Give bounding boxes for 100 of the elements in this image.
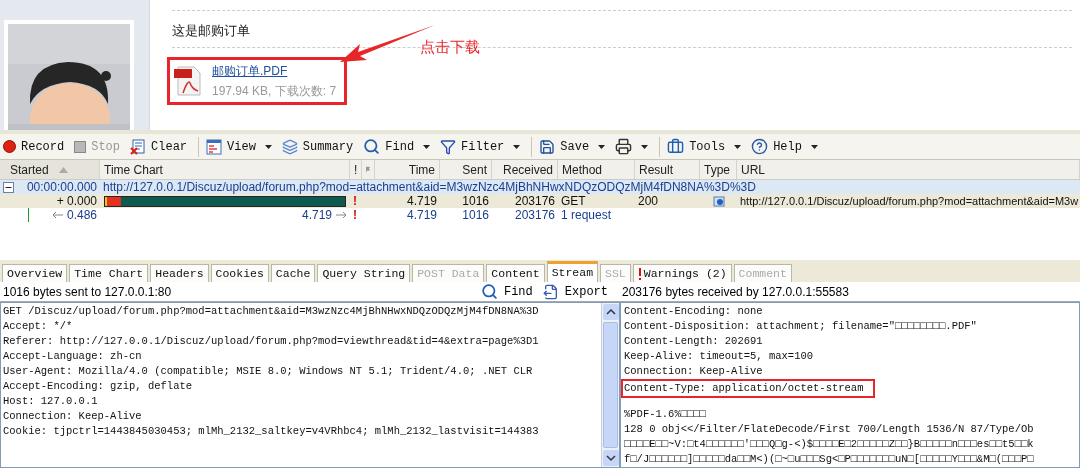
code-line: 128 0 obj<</Filter/FlateDecode/First 700/Length 1536/N 87/Type/Ob [624, 422, 1035, 437]
toolbar-button[interactable]: Find [360, 135, 434, 158]
caret-icon [810, 144, 818, 149]
code-line: GET /Discuz/upload/forum.php?mod=attachment&aid=M3wzNzc4MjBhNHwxNDQzODQzMjM4fDN8NA%3D [3, 304, 540, 319]
column-header[interactable]: Result [635, 160, 700, 179]
export-icon [542, 283, 559, 300]
tab[interactable]: Warnings (2) [632, 264, 732, 282]
code-line: Content-Encoding: none [624, 304, 764, 319]
toolbar-button[interactable]: View [203, 135, 275, 158]
layers-icon [281, 138, 298, 155]
column-header[interactable]: Received [492, 160, 558, 179]
tab[interactable]: Query String [317, 264, 411, 282]
column-header[interactable]: ! [350, 160, 362, 179]
end-offset: 4.719 [301, 208, 332, 222]
tab[interactable]: Time Chart [69, 264, 149, 282]
toolbar-button[interactable]: Save [536, 135, 609, 158]
code-line: f□/J□□□□□□]□□□□□da□□M<)(□~□u□□□Sg<□P□□□□□□□uN□[□□□□□Y□□□&M□(□□□P□ [624, 452, 1035, 467]
toolbar-button[interactable]: Tools [664, 135, 745, 158]
collapse-icon[interactable] [3, 181, 14, 193]
code-line: Accept-Encoding: gzip, deflate [3, 379, 194, 394]
code-line: Keep-Alive: timeout=5, max=100 [624, 349, 815, 364]
code-line: Accept-Language: zh-cn [3, 349, 143, 364]
table-cell-text: 200 [637, 194, 660, 208]
scrollbar[interactable] [601, 303, 619, 467]
search-icon [480, 283, 498, 300]
right-arrow-icon [336, 212, 346, 218]
table-cell-text: 1 request [560, 208, 613, 222]
tab[interactable]: Content [486, 264, 545, 282]
document-icon [712, 195, 725, 207]
code-line: Connection: Keep-Alive [624, 364, 764, 379]
caret-icon [598, 144, 606, 149]
stop-icon [74, 140, 87, 153]
caret-icon [734, 144, 742, 149]
column-header[interactable]: Type [700, 160, 737, 179]
toolbar-button[interactable]: Clear [127, 135, 191, 158]
tab[interactable]: Overview [2, 264, 68, 282]
scroll-down-icon[interactable] [602, 450, 619, 466]
column-header[interactable]: Time [375, 160, 440, 179]
tab[interactable]: Stream [546, 261, 599, 282]
find-button[interactable]: Find [480, 282, 533, 301]
sort-icon [58, 166, 68, 173]
column-header[interactable]: Method [558, 160, 635, 179]
table-cell-text: ! [352, 208, 358, 222]
code-line: Host: 127.0.0.1 [3, 394, 99, 409]
code-line: Content-Length: 202691 [624, 334, 764, 349]
table-cell-text: 4.719 [405, 208, 438, 222]
toolbar-button[interactable]: Record [0, 135, 68, 158]
table-cell-text: GET [560, 194, 587, 208]
export-button[interactable]: Export [542, 282, 608, 301]
column-header[interactable]: Started [0, 160, 100, 179]
save-icon [539, 138, 556, 155]
code-line: Connection: Keep-Alive [3, 409, 143, 424]
record-icon [3, 140, 16, 153]
code-line: User-Agent: Mozilla/4.0 (compatible; MSIE 8.0; Windows NT 5.1; Trident/4.0; .NET CLR [3, 364, 534, 379]
column-header[interactable]: Time Chart [100, 160, 350, 179]
code-line: Content-Type: application/octet-stream [624, 381, 864, 396]
start-offset: 0.486 [67, 208, 98, 222]
annotation-text: 点击下载 [420, 37, 480, 57]
caret-icon [513, 144, 521, 149]
table-cell-text: 203176 [513, 208, 556, 222]
code-line: □□□□E□□~V:□t4□□□□□□'□□□Q□g-<)$□□□□E□2□□□□□Z□□}B□□□□□n□□□es□□t5□□k [624, 437, 1035, 452]
table-cell-text: 4.719 [405, 194, 438, 208]
attachment-info: 197.94 KB, 下载次数: 7 [212, 82, 337, 100]
clear-icon [130, 138, 147, 155]
code-line: Accept: */* [3, 319, 74, 334]
column-header[interactable]: Sent [440, 160, 492, 179]
print-icon [615, 138, 633, 155]
window-icon [206, 138, 223, 155]
code-line: Referer: http://127.0.0.1/Discuz/upload/forum.php?mod=viewthread&tid=4&extra=page%3D1 [3, 334, 540, 349]
toolbar-button[interactable]: Summary [278, 135, 357, 158]
code-line: Cookie: tjpctrl=1443845030453; mlMh_2132_saltkey=v4VRhbc4; mlMh_2132_lastvisit=144383 [3, 424, 540, 439]
column-header[interactable]: URL [737, 160, 1080, 179]
attachment-link[interactable]: 邮购订单.PDF [212, 60, 337, 81]
received-summary: 203176 bytes received by 127.0.0.1:55583 [621, 283, 849, 301]
sent-summary: 1016 bytes sent to 127.0.0.1:80 [3, 283, 173, 301]
toolbar-button[interactable]: Filter [437, 135, 524, 158]
caret-icon [641, 144, 649, 149]
code-line: %PDF-1.6%□□□□ [624, 407, 707, 422]
left-arrow-icon [53, 212, 63, 218]
table-cell-text: ! [352, 194, 358, 208]
toolbar-button[interactable]: Help [748, 135, 821, 158]
group-row[interactable]: 00:00:00.000 http://127.0.0.1/Discuz/upload/forum.php?mod=attachment&aid=M3wzNzc4MjBhNHwxNDQzODQzMjM4fDN8NA%3D%3D [0, 180, 1080, 194]
search-icon [363, 138, 381, 155]
post-text: 这是邮购订单 [172, 22, 251, 40]
code-line: Content-Disposition: attachment; filename="□□□□□□□□.PDF" [624, 319, 978, 334]
table-cell-text: + 0.000 [55, 194, 98, 208]
table-cell-text: 203176 [513, 194, 556, 208]
caret-icon [423, 144, 431, 149]
filter-icon [440, 138, 457, 155]
request-row[interactable]: + 0.000 ! 4.719 1016 203176 GET 200 http://127.0.0.1/Discuz/upload/forum.php?mod=attachment&aid=M3w [0, 194, 1080, 208]
pdf-file-icon [174, 64, 204, 97]
flag-icon [366, 164, 370, 175]
tab[interactable]: Cookies [210, 264, 269, 282]
tab[interactable]: Headers [150, 264, 209, 282]
table-cell-text: 1016 [461, 194, 490, 208]
tab[interactable]: Cache [270, 264, 316, 282]
scroll-thumb[interactable] [603, 322, 618, 448]
scroll-up-icon[interactable] [602, 304, 619, 320]
table-cell-text: http://127.0.0.1/Discuz/upload/forum.php?mod=attachment&aid=M3w [739, 194, 1080, 208]
help-icon [751, 138, 769, 155]
